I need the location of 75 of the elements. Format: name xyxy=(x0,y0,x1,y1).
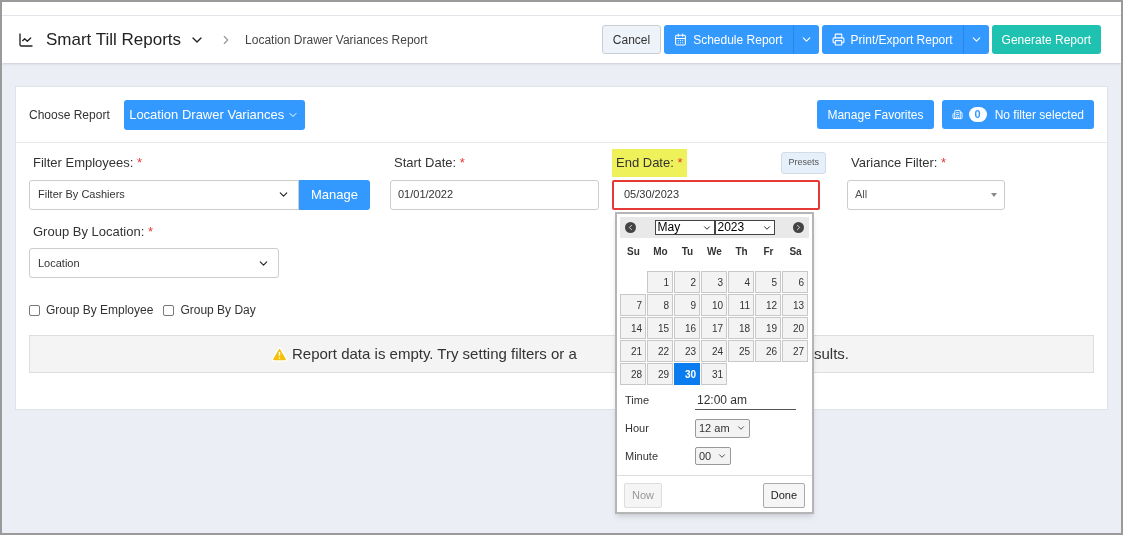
day-cell[interactable]: 31 xyxy=(701,363,727,385)
empty-message: Report data is empty. Try setting filters or a xyxy=(292,345,577,362)
day-cell[interactable]: 22 xyxy=(647,340,673,362)
day-cell[interactable]: 7 xyxy=(620,294,646,316)
app-title: Smart Till Reports xyxy=(46,28,182,51)
warning-icon xyxy=(271,345,288,363)
day-cell[interactable]: 3 xyxy=(701,271,727,293)
day-cell[interactable]: 15 xyxy=(647,317,673,339)
field-label: Start Date: * xyxy=(393,154,466,172)
day-cell[interactable]: 24 xyxy=(701,340,727,362)
day-cell[interactable]: 2 xyxy=(674,271,700,293)
field-label: End Date: * xyxy=(612,149,687,177)
weekday-header: Mo xyxy=(652,245,669,259)
weekday-header: Tu xyxy=(680,245,695,259)
day-cell[interactable]: 25 xyxy=(728,340,754,362)
month-select[interactable]: May xyxy=(654,220,715,235)
day-cell[interactable]: 4 xyxy=(728,271,754,293)
day-cell[interactable]: 29 xyxy=(647,363,673,385)
empty-message: sults. xyxy=(814,343,849,364)
day-cell[interactable]: 9 xyxy=(674,294,700,316)
breadcrumb: Location Drawer Variances Report xyxy=(245,31,428,49)
previous-month-icon[interactable] xyxy=(625,222,636,233)
day-cell[interactable]: 28 xyxy=(620,363,646,385)
day-cell[interactable]: 5 xyxy=(755,271,781,293)
location-select[interactable]: Location xyxy=(29,248,279,278)
field-label: Filter Employees: * xyxy=(32,154,144,172)
day-cell[interactable]: 17 xyxy=(701,317,727,339)
building-icon xyxy=(951,109,963,120)
header-button[interactable]: Cancel xyxy=(601,25,662,54)
hour-label: Hour xyxy=(625,421,650,436)
day-cell[interactable]: 27 xyxy=(782,340,808,362)
field-label: Variance Filter: * xyxy=(850,154,948,172)
end-date-field[interactable]: 05/30/2023 xyxy=(612,179,820,210)
day-cell[interactable]: 13 xyxy=(782,294,808,316)
chart-icon xyxy=(18,31,34,48)
weekday-header: Su xyxy=(626,245,641,259)
start-date-field[interactable]: 01/01/2022 xyxy=(390,179,599,210)
hour-select[interactable]: 12 am xyxy=(695,419,750,438)
checkbox[interactable]: Group By Day xyxy=(163,301,256,319)
presets-button[interactable]: Presets xyxy=(781,152,826,174)
weekday-header: Sa xyxy=(788,245,803,259)
day-cell[interactable]: 21 xyxy=(620,340,646,362)
choose-report-label: Choose Report xyxy=(29,106,110,124)
field-label: Group By Location: * xyxy=(32,222,154,241)
day-cell[interactable]: 26 xyxy=(755,340,781,362)
weekday-header: Th xyxy=(734,245,749,259)
day-cell[interactable]: 10 xyxy=(701,294,727,316)
day-cell[interactable]: 20 xyxy=(782,317,808,339)
day-cell[interactable]: 19 xyxy=(755,317,781,339)
day-cell[interactable]: 14 xyxy=(620,317,646,339)
weekday-header: Fr xyxy=(762,245,775,259)
day-cell[interactable]: 30 xyxy=(674,363,700,385)
day-cell[interactable]: 1 xyxy=(647,271,673,293)
variance-select[interactable]: All xyxy=(847,179,1005,210)
day-cell[interactable]: 6 xyxy=(782,271,808,293)
weekday-header: We xyxy=(706,245,723,259)
day-cell[interactable]: 12 xyxy=(755,294,781,316)
day-cell[interactable]: 11 xyxy=(728,294,754,316)
day-cell[interactable]: 8 xyxy=(647,294,673,316)
printer-icon xyxy=(831,33,845,46)
checkbox[interactable]: Group By Employee xyxy=(29,301,154,319)
calendar-icon xyxy=(674,33,688,46)
filter-count: 0 xyxy=(968,107,987,122)
next-month-icon[interactable] xyxy=(793,222,804,233)
time-label: Time xyxy=(625,393,651,409)
employee-select[interactable]: Filter By Cashiers xyxy=(29,179,299,210)
day-cell[interactable]: 18 xyxy=(728,317,754,339)
day-cell[interactable]: 16 xyxy=(674,317,700,339)
done-button[interactable]: Done xyxy=(762,483,805,508)
minute-label: Minute xyxy=(625,448,660,464)
caret-icon xyxy=(991,192,997,197)
time-value: 12:00 am xyxy=(695,391,796,410)
day-cell[interactable]: 23 xyxy=(674,340,700,362)
minute-select[interactable]: 00 xyxy=(695,446,731,465)
year-select[interactable]: 2023 xyxy=(714,220,775,235)
